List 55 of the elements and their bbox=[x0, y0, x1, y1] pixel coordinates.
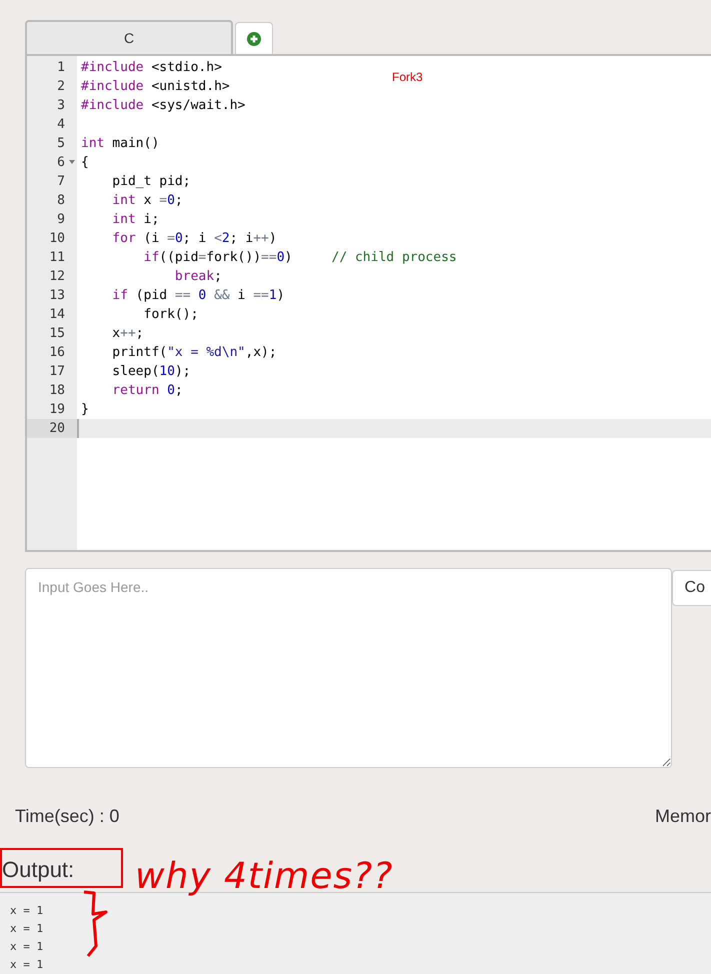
output-heading: Output: bbox=[0, 848, 123, 888]
code-line: sleep(10); bbox=[111, 363, 191, 381]
line-number: 4 bbox=[56, 116, 66, 134]
line-number: 12 bbox=[48, 268, 66, 286]
code-line: #include <unistd.h> bbox=[80, 78, 230, 96]
code-line: int x =0; bbox=[111, 192, 183, 210]
brace-drawing bbox=[84, 890, 108, 957]
code-line: fork(); bbox=[142, 306, 198, 324]
line-number: 3 bbox=[56, 97, 66, 115]
add-icon bbox=[247, 32, 261, 46]
line-number: 2 bbox=[56, 78, 66, 96]
line-number: 14 bbox=[48, 306, 66, 324]
time-label: Time(sec) : 0 bbox=[15, 805, 120, 828]
memory-label: Memor bbox=[654, 805, 711, 828]
code-line: x++; bbox=[111, 325, 144, 343]
output-line: x = 1 bbox=[10, 957, 44, 973]
add-tab-button[interactable] bbox=[235, 22, 273, 54]
line-number: 16 bbox=[48, 344, 66, 362]
line-number: 6 bbox=[27, 153, 77, 172]
line-number: 8 bbox=[56, 192, 66, 210]
output-line: x = 1 bbox=[10, 921, 44, 937]
line-number: 13 bbox=[48, 287, 66, 305]
line-number: 5 bbox=[56, 135, 66, 153]
side-button[interactable]: Co bbox=[672, 570, 711, 606]
fold-arrow-icon[interactable] bbox=[69, 160, 75, 164]
code-editor[interactable] bbox=[25, 54, 711, 552]
code-line: printf("x = %d\n",x); bbox=[111, 344, 277, 362]
line-number: 9 bbox=[56, 211, 66, 229]
code-line: if((pid=fork())==0) // child process bbox=[142, 249, 457, 267]
code-line: } bbox=[80, 401, 89, 419]
code-line: { bbox=[80, 154, 89, 172]
code-line: pid_t pid; bbox=[111, 173, 191, 191]
code-line: return 0; bbox=[111, 382, 183, 400]
code-line: #include <stdio.h> bbox=[80, 59, 222, 77]
editor-tab[interactable]: C bbox=[25, 20, 233, 54]
line-number: 10 bbox=[48, 230, 66, 248]
output-line: x = 1 bbox=[10, 903, 44, 919]
line-number: 17 bbox=[48, 363, 66, 381]
input-field[interactable]: Input Goes Here.. bbox=[25, 568, 672, 768]
code-line: int i; bbox=[111, 211, 160, 229]
code-line: if (pid == 0 && i ==1) bbox=[111, 287, 285, 305]
line-number: 1 bbox=[56, 59, 66, 77]
code-line: for (i =0; i <2; i++) bbox=[111, 230, 277, 248]
code-line: int main() bbox=[80, 135, 160, 153]
line-number: 18 bbox=[48, 382, 66, 400]
output-line: x = 1 bbox=[10, 939, 44, 955]
editor-note: Fork3 bbox=[392, 69, 423, 86]
line-number: 15 bbox=[48, 325, 66, 343]
line-number: 19 bbox=[48, 401, 66, 419]
code-line: break; bbox=[174, 268, 222, 286]
line-number: 11 bbox=[48, 249, 66, 267]
handwritten-note: why 4times?? bbox=[135, 855, 394, 899]
line-number: 20 bbox=[27, 419, 77, 438]
code-line: #include <sys/wait.h> bbox=[80, 97, 246, 115]
line-number: 7 bbox=[56, 173, 66, 191]
